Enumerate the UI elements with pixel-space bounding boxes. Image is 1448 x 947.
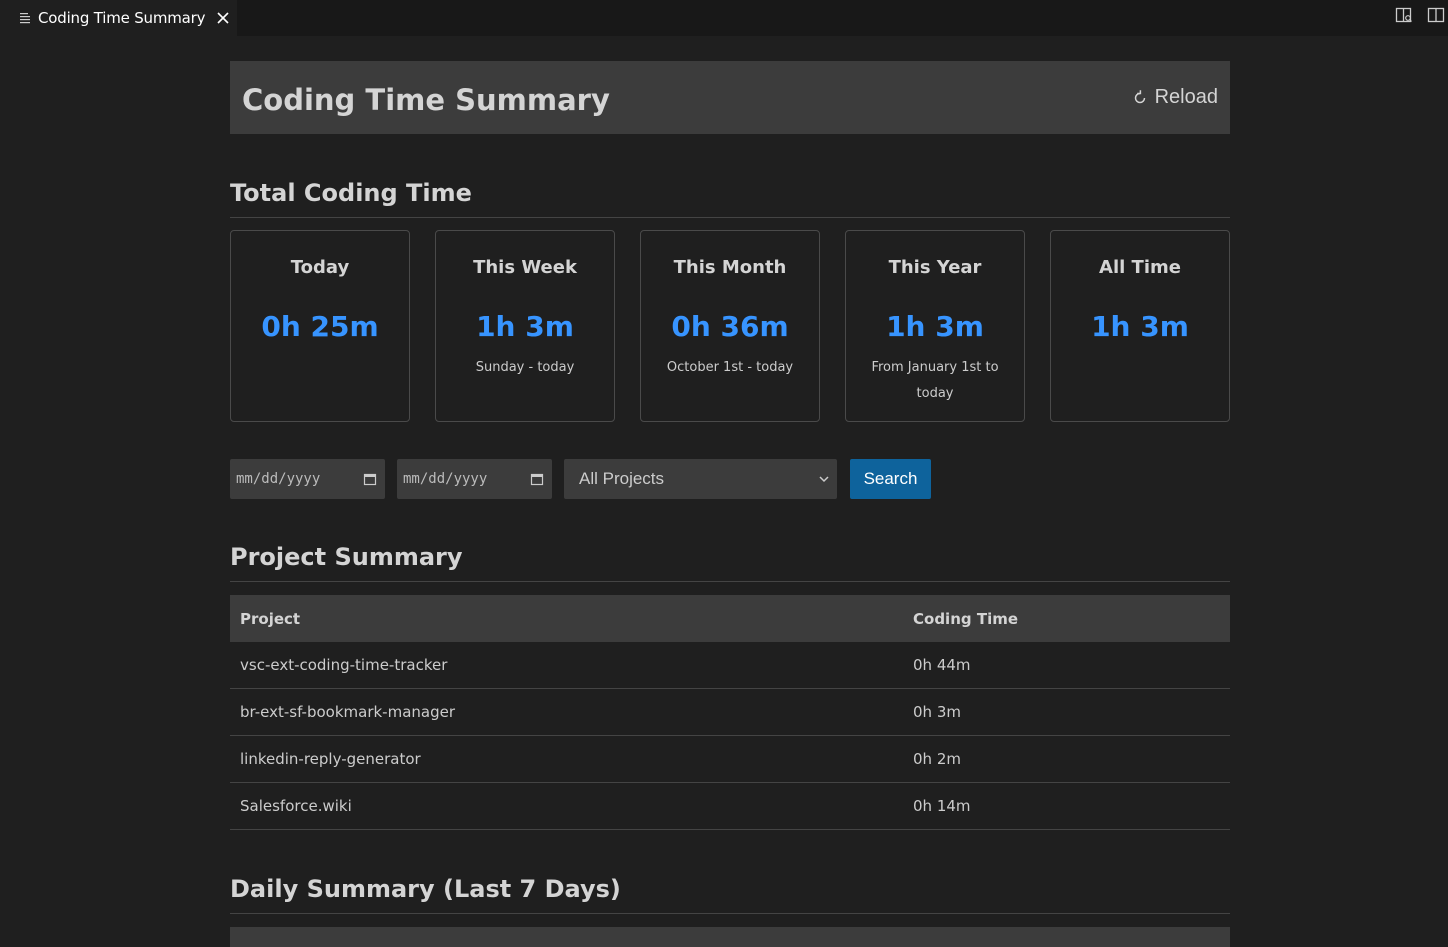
card-all-time: All Time 1h 3m	[1050, 230, 1230, 422]
search-button[interactable]: Search	[850, 459, 931, 499]
page-title: Coding Time Summary	[242, 82, 610, 117]
table-row: Salesforce.wiki 0h 14m	[230, 782, 1230, 830]
project-summary-table: Project Coding Time vsc-ext-coding-time-…	[230, 595, 1230, 830]
card-value: 0h 25m	[261, 310, 379, 343]
card-note: October 1st - today	[666, 360, 794, 375]
calendar-icon[interactable]	[363, 472, 377, 486]
card-title: This Year	[888, 257, 982, 278]
table-row: vsc-ext-coding-time-tracker 0h 44m	[230, 642, 1230, 689]
summary-content: Coding Time Summary Reload Total Coding …	[230, 61, 1230, 947]
tab-coding-time-summary[interactable]: Coding Time Summary	[0, 0, 237, 36]
daily-summary-table-header	[230, 927, 1230, 947]
card-value: 1h 3m	[476, 310, 574, 343]
coding-time-cell: 0h 44m	[903, 642, 1230, 689]
chevron-down-icon	[819, 476, 829, 483]
reload-label: Reload	[1154, 86, 1218, 108]
daily-summary-heading: Daily Summary (Last 7 Days)	[230, 875, 1230, 914]
card-note: Sunday - today	[475, 360, 575, 375]
card-title: All Time	[1099, 257, 1181, 278]
calendar-icon[interactable]	[530, 472, 544, 486]
project-name-cell: vsc-ext-coding-time-tracker	[230, 642, 903, 689]
project-select[interactable]: All Projects	[564, 459, 837, 499]
start-date-input[interactable]: mm/dd/yyyy	[230, 459, 385, 499]
card-today: Today 0h 25m	[230, 230, 410, 422]
column-header-coding-time: Coding Time	[903, 595, 1230, 642]
end-date-placeholder: mm/dd/yyyy	[403, 471, 488, 487]
project-summary-heading: Project Summary	[230, 543, 1230, 582]
card-value: 1h 3m	[886, 310, 984, 343]
project-name-cell: Salesforce.wiki	[230, 782, 903, 830]
card-title: This Week	[473, 257, 577, 278]
table-row: br-ext-sf-bookmark-manager 0h 3m	[230, 688, 1230, 736]
card-this-week: This Week 1h 3m Sunday - today	[435, 230, 615, 422]
reload-icon	[1134, 89, 1145, 103]
editor-actions	[1394, 0, 1448, 30]
card-title: Today	[290, 257, 350, 278]
end-date-input[interactable]: mm/dd/yyyy	[397, 459, 552, 499]
card-this-year: This Year 1h 3m From January 1st to toda…	[845, 230, 1025, 422]
tab-label: Coding Time Summary	[38, 9, 206, 27]
project-name-cell: linkedin-reply-generator	[230, 735, 903, 783]
total-coding-time-heading: Total Coding Time	[230, 179, 1230, 218]
reload-button[interactable]: Reload	[1131, 86, 1218, 109]
open-preview-icon[interactable]	[1394, 5, 1414, 25]
column-header-project: Project	[230, 595, 903, 642]
project-select-value: All Projects	[579, 469, 665, 488]
table-row: linkedin-reply-generator 0h 2m	[230, 735, 1230, 783]
card-note: From January 1st to today	[871, 360, 999, 401]
card-value: 1h 3m	[1091, 310, 1189, 343]
coding-time-cell: 0h 3m	[903, 688, 1230, 736]
coding-time-cell: 0h 14m	[903, 782, 1230, 830]
editor-tab-bar: Coding Time Summary	[0, 0, 1448, 36]
page-header: Coding Time Summary Reload	[230, 61, 1230, 134]
card-value: 0h 36m	[671, 310, 789, 343]
start-date-placeholder: mm/dd/yyyy	[236, 471, 321, 487]
coding-time-cell: 0h 2m	[903, 735, 1230, 783]
card-this-month: This Month 0h 36m October 1st - today	[640, 230, 820, 422]
filter-bar: mm/dd/yyyy mm/dd/yyyy All Projects Searc…	[230, 459, 1230, 499]
table-header-row: Project Coding Time	[230, 595, 1230, 642]
menu-lines-icon	[20, 13, 30, 24]
project-name-cell: br-ext-sf-bookmark-manager	[230, 688, 903, 736]
card-title: This Month	[673, 257, 787, 278]
summary-cards: Today 0h 25m This Week 1h 3m Sunday - to…	[230, 230, 1230, 422]
split-editor-icon[interactable]	[1426, 5, 1446, 25]
close-icon[interactable]	[215, 10, 231, 26]
